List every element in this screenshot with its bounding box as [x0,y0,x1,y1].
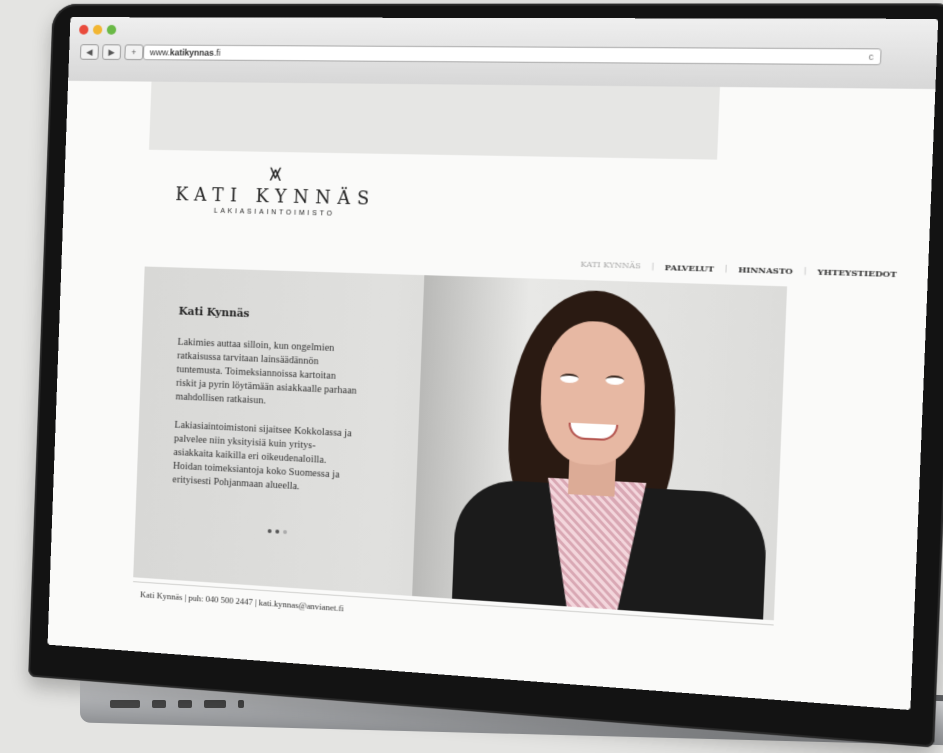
site-logo[interactable]: ⩙ KATI KYNNÄS LAKIASIAINTOIMISTO [175,160,377,219]
nav-separator: | [651,261,655,271]
hero-paragraph-2: Lakiasiaintoimistoni sijaitsee Kokkolass… [172,419,352,493]
hero-title: Kati Kynnäs [178,304,250,320]
nav-item-yhteystiedot[interactable]: YHTEYSTIEDOT [817,266,897,279]
hero-paragraph-1: Lakimies auttaa silloin, kun ongelmien r… [175,336,357,407]
browser-nav: ◀ ▶ + [79,44,144,61]
url-domain: katikynnas [169,47,215,58]
url-prefix: www. [149,47,171,58]
zoom-window-button[interactable] [106,24,117,35]
port [204,700,226,708]
back-button[interactable]: ◀ [79,44,99,60]
nav-item-hinnasto[interactable]: HINNASTO [738,264,793,276]
reload-icon[interactable]: c [868,49,874,64]
minimize-window-button[interactable] [92,24,103,35]
scene: ◀ ▶ + www.katikynnas.fi c ⩙ KATI KYNNÄS … [0,0,943,753]
nav-item-kati-kynnas[interactable]: KATI KYNNÄS [580,260,641,272]
address-bar[interactable]: www.katikynnas.fi c [142,44,882,66]
slider-dots [267,529,288,535]
nav-separator: | [803,265,807,276]
logo-name: KATI KYNNÄS [175,184,377,210]
left-eye [559,373,579,384]
hero-section: Kati Kynnäs Lakimies auttaa silloin, kun… [133,266,788,621]
port [238,700,244,708]
browser-chrome: ◀ ▶ + www.katikynnas.fi c [68,17,939,91]
laptop-ports [110,700,244,708]
slider-dot-3[interactable] [283,529,288,535]
right-eye [605,375,625,386]
nav-item-palvelut[interactable]: PALVELUT [665,262,715,274]
slider-dot-1[interactable] [267,529,272,534]
forward-button[interactable]: ▶ [102,44,122,60]
header-band [148,81,720,160]
portrait-photo [412,275,788,621]
site-nav: KATI KYNNÄS | PALVELUT | HINNASTO | YHTE… [580,260,897,280]
add-bookmark-button[interactable]: + [124,44,144,61]
url-suffix: .fi [213,47,221,58]
port [152,700,166,708]
port [178,700,192,708]
website: ⩙ KATI KYNNÄS LAKIASIAINTOIMISTO KATI KY… [47,80,936,711]
port [110,700,140,708]
window-controls [79,24,117,35]
nav-separator: | [724,263,728,274]
close-window-button[interactable] [79,24,89,35]
slider-dot-2[interactable] [275,529,280,534]
laptop-screen: ◀ ▶ + www.katikynnas.fi c ⩙ KATI KYNNÄS … [47,17,939,711]
